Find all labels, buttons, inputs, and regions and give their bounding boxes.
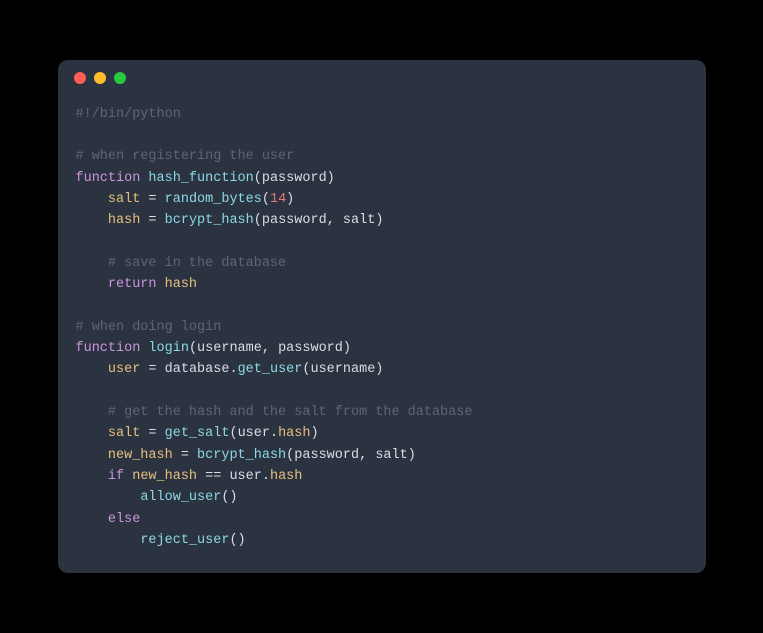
prop: hash bbox=[278, 426, 310, 441]
dot: . bbox=[262, 469, 270, 484]
paren: () bbox=[229, 533, 245, 548]
func-call: get_salt bbox=[165, 426, 230, 441]
func-call: random_bytes bbox=[165, 192, 262, 207]
op: = bbox=[148, 192, 156, 207]
func-call: bcrypt_hash bbox=[165, 213, 254, 228]
keyword: function bbox=[76, 341, 141, 356]
paren: ) bbox=[375, 213, 383, 228]
comment: # when registering the user bbox=[76, 149, 295, 164]
func-call: bcrypt_hash bbox=[197, 448, 286, 463]
code-block: #!/bin/python # when registering the use… bbox=[58, 96, 706, 574]
param: password bbox=[278, 341, 343, 356]
obj: database bbox=[165, 362, 230, 377]
var: hash bbox=[108, 213, 140, 228]
paren: ( bbox=[262, 192, 270, 207]
param: username bbox=[197, 341, 262, 356]
keyword: else bbox=[108, 512, 140, 527]
comma: , bbox=[262, 341, 270, 356]
paren: () bbox=[221, 490, 237, 505]
close-icon[interactable] bbox=[74, 72, 86, 84]
paren: ) bbox=[343, 341, 351, 356]
keyword: if bbox=[108, 469, 124, 484]
paren: ( bbox=[229, 426, 237, 441]
code-window: #!/bin/python # when registering the use… bbox=[58, 60, 706, 574]
var: salt bbox=[108, 192, 140, 207]
obj: user bbox=[229, 469, 261, 484]
paren: ( bbox=[254, 213, 262, 228]
var: new_hash bbox=[108, 448, 173, 463]
comma: , bbox=[327, 213, 335, 228]
comment: # when doing login bbox=[76, 320, 222, 335]
keyword: function bbox=[76, 171, 141, 186]
comment: # save in the database bbox=[108, 256, 286, 271]
comment: # get the hash and the salt from the dat… bbox=[108, 405, 473, 420]
param: password bbox=[262, 171, 327, 186]
var: salt bbox=[108, 426, 140, 441]
func-name: hash_function bbox=[148, 171, 253, 186]
var: new_hash bbox=[132, 469, 197, 484]
method: get_user bbox=[238, 362, 303, 377]
op: = bbox=[148, 362, 156, 377]
paren: ( bbox=[189, 341, 197, 356]
arg: salt bbox=[343, 213, 375, 228]
op: == bbox=[205, 469, 221, 484]
minimize-icon[interactable] bbox=[94, 72, 106, 84]
func-name: login bbox=[148, 341, 189, 356]
dot: . bbox=[229, 362, 237, 377]
func-call: reject_user bbox=[140, 533, 229, 548]
maximize-icon[interactable] bbox=[114, 72, 126, 84]
paren: ) bbox=[408, 448, 416, 463]
var: user bbox=[108, 362, 140, 377]
paren: ( bbox=[254, 171, 262, 186]
dot: . bbox=[270, 426, 278, 441]
keyword: return bbox=[108, 277, 157, 292]
paren: ) bbox=[286, 192, 294, 207]
arg: password bbox=[262, 213, 327, 228]
paren: ) bbox=[375, 362, 383, 377]
titlebar bbox=[58, 60, 706, 96]
comma: , bbox=[359, 448, 367, 463]
op: = bbox=[148, 213, 156, 228]
paren: ) bbox=[327, 171, 335, 186]
arg: username bbox=[310, 362, 375, 377]
op: = bbox=[148, 426, 156, 441]
func-call: allow_user bbox=[140, 490, 221, 505]
obj: user bbox=[238, 426, 270, 441]
number: 14 bbox=[270, 192, 286, 207]
op: = bbox=[181, 448, 189, 463]
var: hash bbox=[165, 277, 197, 292]
prop: hash bbox=[270, 469, 302, 484]
shebang: #!/bin/python bbox=[76, 107, 181, 122]
arg: password bbox=[294, 448, 359, 463]
arg: salt bbox=[375, 448, 407, 463]
paren: ) bbox=[310, 426, 318, 441]
